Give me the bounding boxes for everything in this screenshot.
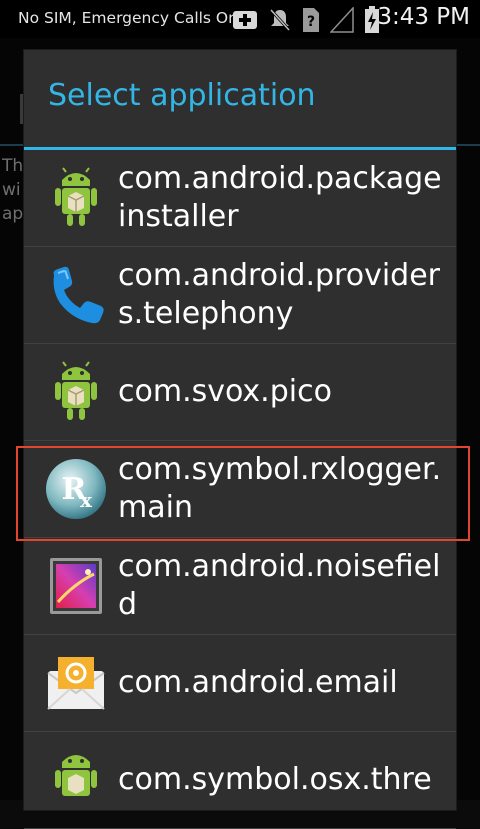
svg-text:?: ? (307, 14, 315, 30)
noisefield-icon (50, 558, 102, 614)
add-icon (233, 11, 257, 29)
list-item[interactable]: com.android.packageinstaller (24, 150, 456, 247)
clock: 3:43 PM (377, 4, 470, 30)
app-label: com.android.email (118, 665, 398, 700)
app-label: com.symbol.osx.thre (118, 762, 432, 797)
background-text: Th wi ap (2, 156, 24, 224)
android-package-icon (55, 361, 97, 420)
app-label: com.svox.pico (118, 374, 332, 409)
status-icons: ? (232, 6, 380, 34)
list-item[interactable]: com.android.noisefield (24, 538, 456, 635)
select-application-dialog: Select application com.android.packagein… (24, 50, 456, 829)
carrier-text: No SIM, Emergency Calls Only (18, 9, 252, 27)
list-item[interactable]: com.symbol.osx.thre (24, 732, 456, 829)
list-item[interactable]: com.svox.pico (24, 344, 456, 441)
app-label: com.android.packageinstaller (118, 161, 442, 234)
list-item[interactable]: com.android.providers.telephony (24, 247, 456, 344)
highlight-box (16, 446, 470, 541)
email-icon (47, 657, 105, 710)
android-package-icon (55, 755, 97, 796)
sim-unknown-icon: ? (303, 8, 319, 32)
mute-icon (269, 8, 291, 32)
phone-icon (53, 266, 104, 324)
list-item[interactable]: com.android.email (24, 635, 456, 732)
app-label: com.android.providers.telephony (118, 258, 440, 331)
android-package-icon (55, 167, 97, 226)
signal-icon (330, 7, 354, 33)
dialog-title: Select application (48, 78, 316, 113)
status-bar: No SIM, Emergency Calls Only ? 3:43 PM (0, 0, 480, 38)
app-label: com.android.noisefield (118, 549, 441, 622)
